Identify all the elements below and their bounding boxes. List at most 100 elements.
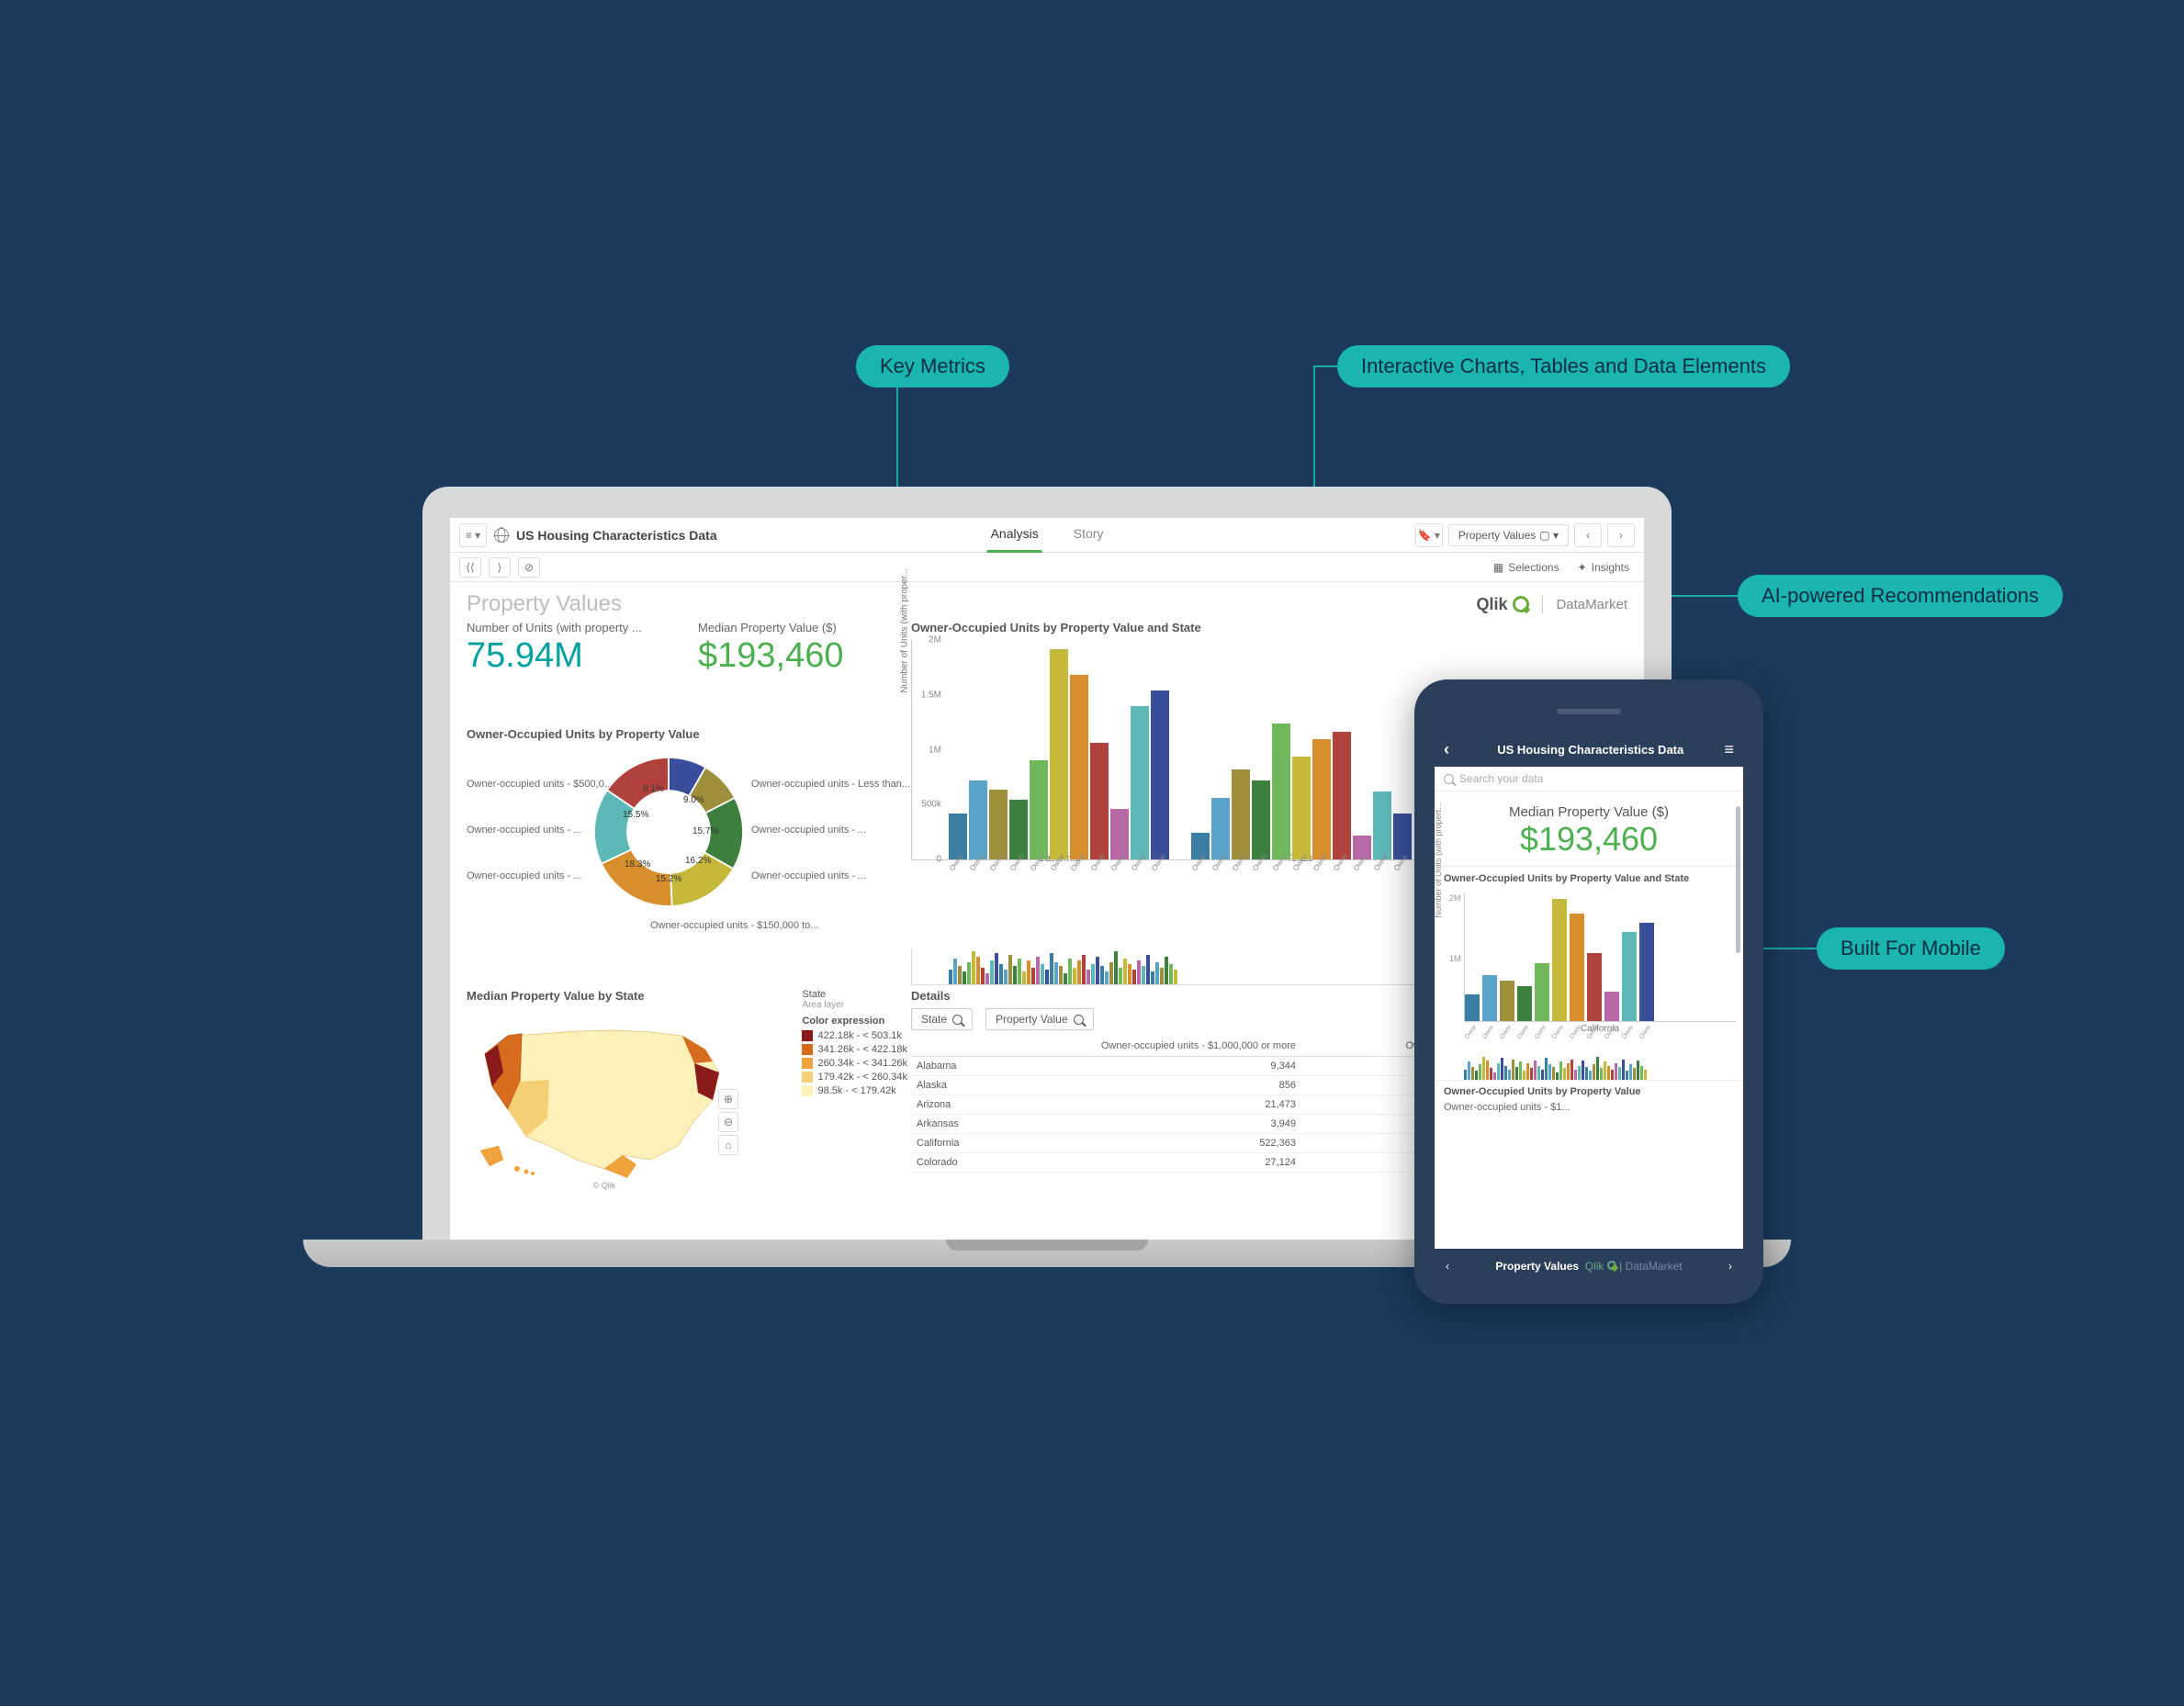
- selections-toolbar: ⟨⟨ ⟩ ⊘ ▦Selections ✦Insights: [450, 553, 1644, 582]
- bar[interactable]: [1587, 953, 1602, 1021]
- bar[interactable]: [1482, 975, 1497, 1021]
- bar[interactable]: [1312, 739, 1331, 859]
- clear-icon[interactable]: ⊘: [518, 557, 540, 578]
- chart-title: Owner-Occupied Units by Property Value: [467, 727, 907, 741]
- filter-property-value[interactable]: Property Value: [985, 1008, 1094, 1030]
- kpi-label: Number of Units (with property ...: [467, 621, 676, 634]
- search-placeholder: Search your data: [1459, 772, 1543, 785]
- bar[interactable]: [1232, 769, 1250, 859]
- menu-icon[interactable]: ≡: [1724, 740, 1734, 759]
- bar[interactable]: [1517, 986, 1532, 1021]
- map-panel[interactable]: Median Property Value by State: [467, 989, 907, 1192]
- mobile-footer: ‹ Property Values Qlik | DataMarket ›: [1435, 1249, 1743, 1284]
- kpi-value: $193,460: [1435, 820, 1743, 859]
- callout-line: [1661, 595, 1738, 597]
- filter-state[interactable]: State: [911, 1008, 973, 1030]
- y-axis-label: Number of Units (with propert...: [1435, 802, 1443, 917]
- callout-line: [1313, 365, 1339, 367]
- bar[interactable]: [1252, 780, 1270, 859]
- bar[interactable]: [1639, 923, 1654, 1021]
- scrollbar[interactable]: [1736, 806, 1740, 953]
- mobile-kpi[interactable]: Median Property Value ($) $193,460: [1435, 791, 1743, 867]
- bar[interactable]: [1570, 914, 1584, 1021]
- bar[interactable]: [969, 780, 987, 859]
- kpi-value: $193,460: [698, 636, 907, 676]
- bar[interactable]: [1131, 706, 1149, 859]
- donut-seg-label: Owner-occupied units - Less than...: [751, 779, 910, 790]
- bar[interactable]: [1622, 932, 1637, 1021]
- kpi-row: Number of Units (with property ... 75.94…: [467, 621, 907, 724]
- callout-mobile: Built For Mobile: [1817, 927, 2005, 970]
- brand-row: Property Values Qlik DataMarket: [450, 582, 1644, 621]
- back-icon[interactable]: ⟨⟨: [459, 557, 481, 578]
- sheet-selector[interactable]: Property Values ▢ ▾: [1448, 524, 1569, 546]
- bar[interactable]: [1333, 732, 1351, 859]
- donut-seg-label: Owner-occupied units - ...: [751, 870, 866, 881]
- donut-panel[interactable]: Owner-Occupied Units by Property Value 8…: [467, 727, 907, 938]
- kpi-value: 75.94M: [467, 636, 676, 676]
- app-topbar: ≡ ▾ US Housing Characteristics Data Anal…: [450, 518, 1644, 553]
- bar[interactable]: [1090, 743, 1109, 859]
- back-icon[interactable]: ‹: [1444, 740, 1449, 759]
- search-icon: [952, 1015, 963, 1025]
- bar[interactable]: [1373, 791, 1391, 859]
- selections-button[interactable]: ▦Selections: [1488, 561, 1565, 574]
- page-title: Property Values: [467, 591, 622, 617]
- mobile-dashboard: ‹ US Housing Characteristics Data ≡ Sear…: [1435, 733, 1743, 1249]
- menu-icon[interactable]: ≡ ▾: [459, 523, 487, 547]
- bar[interactable]: [1211, 798, 1230, 859]
- insights-button[interactable]: ✦Insights: [1572, 561, 1635, 574]
- map-attribution: © Qlik: [593, 1181, 616, 1190]
- y-axis-label: Number of Units (with proper...: [900, 568, 910, 693]
- chart-title: Median Property Value by State: [467, 989, 793, 1003]
- prev-sheet-button[interactable]: ‹: [1574, 523, 1602, 547]
- bar[interactable]: [1272, 724, 1290, 859]
- globe-icon: [494, 528, 509, 543]
- bar[interactable]: [1500, 981, 1514, 1021]
- brand-label: Qlik: [1476, 595, 1507, 614]
- bar[interactable]: [1070, 675, 1088, 859]
- chart-title: Owner-Occupied Units by Property Value a…: [1435, 867, 1743, 888]
- mobile-bar-chart[interactable]: Number of Units (with propert... 2M 1M C…: [1435, 888, 1743, 1053]
- next-icon[interactable]: ›: [1728, 1260, 1732, 1273]
- bar[interactable]: [1151, 690, 1169, 859]
- choropleth-map[interactable]: [467, 1008, 742, 1183]
- kpi-units[interactable]: Number of Units (with property ... 75.94…: [467, 621, 676, 724]
- bar[interactable]: [989, 790, 1008, 859]
- app-title: US Housing Characteristics Data: [516, 528, 717, 543]
- search-icon: [1444, 774, 1454, 784]
- donut-chart[interactable]: [586, 749, 751, 915]
- next-sheet-button[interactable]: ›: [1607, 523, 1635, 547]
- kpi-label: Median Property Value ($): [698, 621, 907, 634]
- donut-seg-label: Owner-occupied units - ...: [467, 870, 581, 881]
- mobile-title: US Housing Characteristics Data: [1457, 743, 1724, 757]
- map-legend: State Area layer Color expression 422.18…: [802, 989, 907, 1192]
- reset-zoom-icon[interactable]: ⌂: [718, 1135, 738, 1155]
- forward-icon[interactable]: ⟩: [489, 557, 511, 578]
- bar[interactable]: [1604, 992, 1619, 1021]
- mobile-header: ‹ US Housing Characteristics Data ≡: [1435, 733, 1743, 767]
- bar[interactable]: [1552, 899, 1567, 1021]
- brand-sub: DataMarket: [1556, 597, 1627, 612]
- chart-title: Owner-Occupied Units by Property Value a…: [911, 621, 1627, 634]
- zoom-in-icon[interactable]: ⊕: [718, 1089, 738, 1109]
- callout-line: [1760, 948, 1817, 949]
- donut-seg-label: Owner-occupied units - $150,000 to...: [650, 920, 818, 931]
- bar[interactable]: [1009, 800, 1028, 859]
- list-title: Owner-Occupied Units by Property Value: [1435, 1081, 1743, 1099]
- bar[interactable]: [1030, 760, 1048, 859]
- bar[interactable]: [1292, 757, 1311, 859]
- bar[interactable]: [1465, 994, 1480, 1021]
- list-item[interactable]: Owner-occupied units - $1...: [1435, 1099, 1743, 1116]
- kpi-median[interactable]: Median Property Value ($) $193,460: [698, 621, 907, 724]
- table-header: Owner-occupied units - $1,000,000 or mor…: [994, 1036, 1301, 1057]
- tab-analysis[interactable]: Analysis: [987, 518, 1042, 553]
- tab-story[interactable]: Story: [1070, 518, 1108, 553]
- bar[interactable]: [1050, 649, 1068, 859]
- phone-frame: ‹ US Housing Characteristics Data ≡ Sear…: [1414, 679, 1763, 1304]
- mobile-search[interactable]: Search your data: [1435, 767, 1743, 791]
- kpi-label: Median Property Value ($): [1435, 804, 1743, 820]
- bar[interactable]: [1535, 963, 1549, 1021]
- zoom-out-icon[interactable]: ⊖: [718, 1112, 738, 1132]
- bookmark-icon[interactable]: 🔖 ▾: [1415, 523, 1443, 547]
